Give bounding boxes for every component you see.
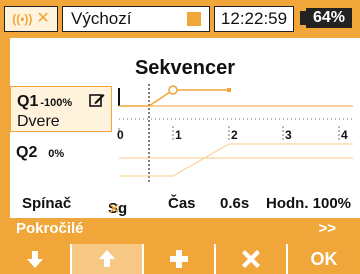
sequence-id: Q1 — [17, 93, 39, 110]
ok-button[interactable]: OK — [288, 244, 360, 274]
value-field[interactable]: Hodn. 100% — [266, 195, 351, 212]
tick-label: 1 — [175, 128, 182, 142]
sequence-item-q1[interactable]: Q1 -100% Dvere — [10, 86, 112, 132]
battery-percent: 64% — [306, 8, 352, 28]
close-icon — [242, 250, 260, 268]
screen: ((•)) ✕ Výchozí 12:22:59 64% Sekvencer Q… — [0, 0, 360, 274]
parameter-row: Spínač Sg ✕ Čas 0.6s Hodn. 100% — [10, 190, 360, 218]
advanced-button[interactable]: Pokročilé >> — [10, 218, 350, 240]
sequence-name: Q1 -100% — [17, 93, 72, 111]
sequence-item-q2[interactable]: Q2 0% — [10, 140, 112, 164]
q1-end-point — [227, 88, 231, 92]
q1-point[interactable] — [168, 85, 178, 95]
move-down-button[interactable] — [0, 244, 70, 274]
sequence-graph[interactable]: 0 1 2 3 4 — [113, 84, 360, 182]
add-button[interactable] — [144, 244, 214, 274]
switch-off-icon: ✕ — [108, 201, 121, 218]
battery-indicator: 64% — [298, 6, 356, 32]
tick-label: 2 — [231, 128, 238, 142]
sequence-label: Dvere — [17, 113, 60, 130]
model-name-box[interactable]: Výchozí — [62, 6, 210, 32]
arrow-up-icon — [99, 250, 115, 267]
plus-icon — [170, 250, 188, 268]
switch-label: Spínač — [22, 195, 72, 212]
status-bar: ((•)) ✕ Výchozí 12:22:59 64% — [0, 0, 360, 38]
rf-off-icon: ✕ — [36, 10, 50, 27]
time-value[interactable]: 0.6s — [220, 195, 249, 212]
delete-button[interactable] — [216, 244, 286, 274]
advanced-label: Pokročilé — [16, 220, 84, 237]
tick-label: 4 — [341, 128, 348, 142]
advanced-arrow: >> — [318, 220, 336, 237]
arrow-down-icon — [27, 251, 43, 268]
time-label: Čas — [168, 195, 196, 212]
model-indicator-icon — [187, 12, 201, 26]
tick-label: 0 — [117, 128, 124, 142]
clock-time: 12:22:59 — [220, 9, 288, 28]
sequence-name: Q2 0% — [16, 144, 64, 162]
sequence-percent: 0% — [48, 148, 65, 160]
rf-signal-icon: ((•)) — [12, 12, 33, 26]
edit-icon[interactable] — [89, 92, 105, 108]
sequence-id: Q2 — [16, 144, 38, 161]
q2-curve — [119, 143, 353, 177]
move-up-button[interactable] — [72, 244, 142, 274]
model-name: Výchozí — [71, 9, 132, 28]
tick-label: 3 — [285, 128, 292, 142]
ok-label: OK — [310, 248, 338, 269]
sequence-percent: -100% — [40, 97, 73, 109]
bottom-toolbar: OK — [0, 244, 360, 274]
page-title: Sekvencer — [10, 54, 360, 82]
rf-status: ((•)) ✕ — [4, 6, 58, 32]
clock: 12:22:59 — [214, 6, 294, 32]
